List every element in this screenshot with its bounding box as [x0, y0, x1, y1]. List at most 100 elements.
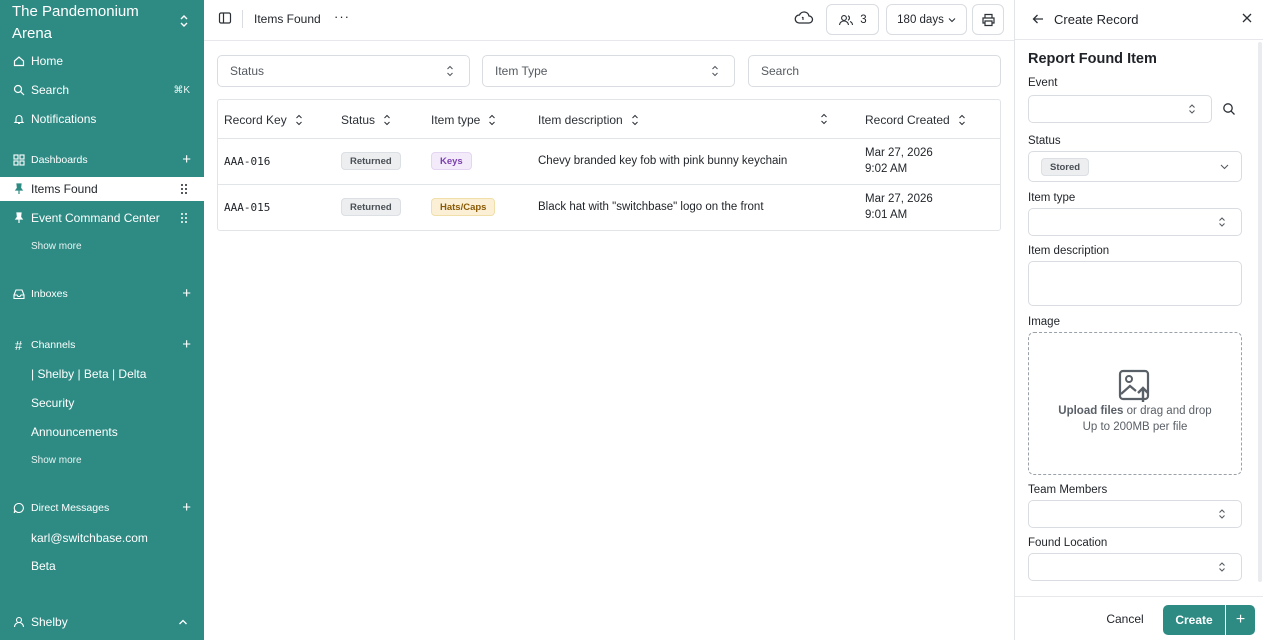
sidebar-item-label: Event Command Center [31, 211, 160, 225]
sidebar-item-home[interactable]: Home [0, 49, 204, 73]
workspace-switch-icon[interactable] [178, 14, 190, 28]
search-icon[interactable] [1222, 102, 1236, 116]
record-created-date: Mar 27, 2026 [865, 147, 933, 159]
sidebar-section-dashboards[interactable]: Dashboards + [0, 148, 204, 172]
item-description-textarea[interactable] [1028, 261, 1242, 306]
sidebar-item-search[interactable]: Search ⌘K [0, 78, 204, 102]
add-channel-icon[interactable]: + [182, 337, 191, 352]
chevron-down-icon [1220, 164, 1229, 170]
upload-limit: Up to 200MB per file [1082, 421, 1188, 433]
status-filter[interactable]: Status [217, 55, 470, 87]
user-name: Shelby [31, 615, 68, 629]
chevron-down-icon [948, 17, 956, 22]
members-button[interactable]: 3 [826, 4, 879, 35]
found-location-select[interactable] [1028, 553, 1242, 581]
panel-header: Create Record [1015, 0, 1263, 40]
add-dashboard-icon[interactable]: + [182, 152, 191, 167]
section-label: Dashboards [31, 154, 88, 166]
item-type-label: Item type [1028, 192, 1076, 204]
date-range-select[interactable]: 180 days [886, 4, 967, 35]
event-select[interactable] [1028, 95, 1212, 123]
column-header-item-type[interactable]: Item type [431, 100, 496, 139]
item-type-badge: Keys [431, 152, 472, 170]
sidebar-channel-item[interactable]: | Shelby | Beta | Delta [0, 362, 204, 386]
table-row[interactable]: AAA-016 Returned Keys Chevy branded key … [218, 139, 1000, 184]
item-type-filter[interactable]: Item Type [482, 55, 735, 87]
show-more-channels[interactable]: Show more [0, 448, 204, 472]
search-shortcut: ⌘K [173, 84, 190, 96]
divider [242, 10, 243, 28]
status-select[interactable]: Stored [1028, 151, 1242, 182]
sidebar-dm-item[interactable]: karl@switchbase.com [0, 526, 204, 550]
chevron-updown-icon [1219, 562, 1225, 572]
sidebar-item-label: Items Found [31, 182, 98, 196]
sidebar: The Pandemonium Arena Home Search ⌘K Not… [0, 0, 204, 640]
column-header-record-key[interactable]: Record Key [224, 100, 303, 139]
drag-handle-icon[interactable] [180, 212, 188, 224]
chevron-updown-icon [1189, 104, 1195, 114]
record-key: AAA-016 [224, 155, 271, 168]
chevron-updown-icon [712, 65, 718, 77]
create-button[interactable]: Create [1163, 605, 1225, 635]
column-header-status[interactable]: Status [341, 100, 391, 139]
sidebar-section-direct-messages[interactable]: Direct Messages + [0, 496, 204, 520]
panel-footer: Cancel Create + [1015, 596, 1263, 640]
sidebar-section-channels[interactable]: # Channels + [0, 333, 204, 357]
image-dropzone[interactable]: Upload files or drag and drop Up to 200M… [1028, 332, 1242, 475]
found-location-label: Found Location [1028, 537, 1108, 549]
team-members-label: Team Members [1028, 484, 1108, 496]
sidebar-dm-item[interactable]: Beta [0, 554, 204, 578]
printer-icon [981, 13, 995, 26]
search-input[interactable]: Search [748, 55, 1001, 87]
column-header-item-description[interactable]: Item description [538, 100, 639, 139]
sidebar-toggle-icon[interactable] [218, 11, 232, 25]
date-range-value: 180 days [897, 13, 944, 26]
image-label: Image [1028, 316, 1060, 328]
chevron-updown-icon [1219, 509, 1225, 519]
workspace-name[interactable]: The Pandemonium Arena [12, 1, 182, 45]
sidebar-item-items-found[interactable]: Items Found [0, 177, 204, 201]
sort-icon [384, 114, 390, 125]
item-type-select[interactable] [1028, 208, 1242, 236]
team-members-select[interactable] [1028, 500, 1242, 528]
item-description: Chevy branded key fob with pink bunny ke… [538, 155, 788, 167]
show-more-dashboards[interactable]: Show more [0, 234, 204, 258]
table-row[interactable]: AAA-015 Returned Hats/Caps Black hat wit… [218, 185, 1000, 230]
create-more-button[interactable]: + [1226, 605, 1255, 635]
cancel-button[interactable]: Cancel [1099, 608, 1151, 630]
sidebar-section-inboxes[interactable]: Inboxes + [0, 282, 204, 306]
chevron-up-icon[interactable] [178, 618, 188, 626]
back-arrow-icon[interactable] [1031, 12, 1045, 26]
add-dm-icon[interactable]: + [182, 500, 191, 515]
pin-icon [12, 212, 25, 225]
sidebar-item-label: Notifications [31, 112, 97, 126]
status-label: Status [1028, 135, 1061, 147]
sort-icon[interactable] [820, 113, 828, 125]
drag-handle-icon[interactable] [180, 183, 188, 195]
close-icon[interactable] [1241, 12, 1253, 24]
search-icon [12, 84, 25, 97]
print-button[interactable] [972, 4, 1004, 35]
users-icon [839, 14, 854, 25]
sidebar-channel-item[interactable]: Security [0, 391, 204, 415]
section-label: Channels [31, 339, 76, 351]
page-title: Items Found [254, 12, 321, 26]
record-key: AAA-015 [224, 201, 271, 214]
sidebar-item-event-command-center[interactable]: Event Command Center [0, 206, 204, 230]
sort-icon [631, 114, 638, 125]
sort-icon [295, 114, 302, 125]
scrollbar[interactable] [1258, 42, 1262, 582]
cloud-sync-icon[interactable] [794, 9, 814, 27]
add-inbox-icon[interactable]: + [182, 286, 191, 301]
item-description: Black hat with "switchbase" logo on the … [538, 201, 764, 213]
column-header-record-created[interactable]: Record Created [865, 100, 966, 139]
bell-icon [12, 113, 25, 126]
upload-files-link[interactable]: Upload files [1058, 405, 1123, 417]
sidebar-channel-item[interactable]: Announcements [0, 420, 204, 444]
more-options-icon[interactable]: ··· [334, 9, 350, 24]
sidebar-user-menu[interactable]: Shelby [0, 610, 204, 634]
sort-icon [489, 114, 496, 125]
panel-title: Create Record [1054, 12, 1139, 27]
sidebar-item-notifications[interactable]: Notifications [0, 107, 204, 131]
status-badge: Returned [341, 152, 401, 170]
